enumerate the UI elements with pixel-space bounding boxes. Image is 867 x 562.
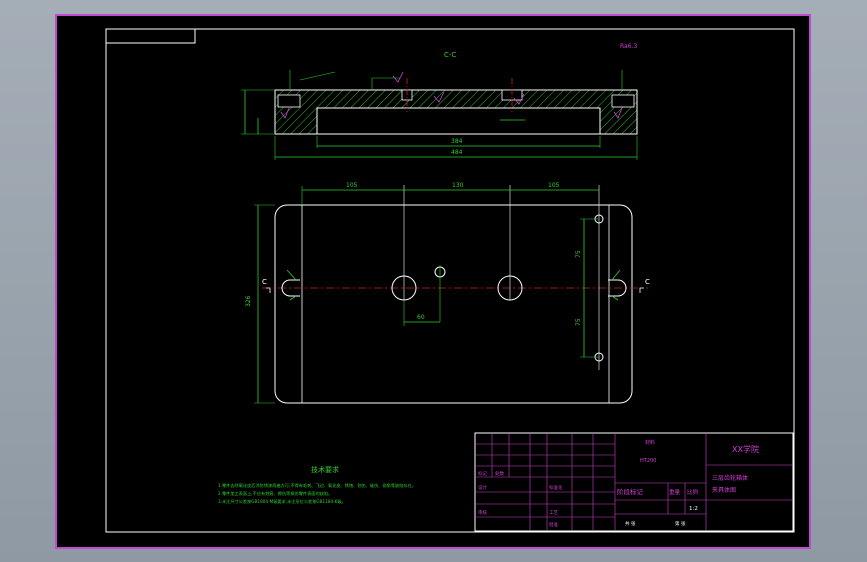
dim-right-spacing: 105: [548, 182, 560, 189]
scale-value: 1:2: [689, 506, 698, 512]
dim-hole-offset: 60: [417, 314, 425, 321]
standard-label: 标准化: [549, 484, 563, 491]
section-recess: [316, 107, 601, 135]
roughness-symbol: [392, 71, 404, 83]
process-label: 工艺: [549, 510, 558, 516]
scale-label: 比例: [687, 488, 699, 496]
tech-title: 技术要求: [311, 465, 339, 474]
drawing-title-line1: 三层齿轮箱体: [712, 474, 748, 482]
section-marker-right: C: [645, 278, 650, 286]
tech-line-1: 1.零件去除氧化皮后涂防锈漆两遍方可,不得有毛刺、飞边、氧化皮、锈蚀、划伤、碰伤…: [218, 482, 416, 489]
dim-left-spacing: 105: [346, 182, 358, 189]
section-marker-left: C: [262, 278, 267, 286]
sheet-index-label: 第 张: [675, 520, 686, 527]
plate-outline: [274, 204, 633, 404]
inner-width-label: 384: [451, 138, 463, 145]
stage-label: 阶段标记: [617, 487, 644, 496]
dim-upper-vertical: 75: [575, 250, 582, 258]
tech-requirements: 技术要求 1.零件去除氧化皮后涂防锈漆两遍方可,不得有毛刺、飞边、氧化皮、锈蚀、…: [218, 465, 416, 505]
title-block: 标记 处数 设计 标准化 审核 工艺 批准 材料 HT200 阶段标记 重量 比…: [474, 432, 794, 532]
dim-lower-vertical: 75: [575, 318, 582, 326]
dim-middle-spacing: 130: [452, 182, 464, 189]
count-label: 处数: [495, 470, 504, 477]
code-box: [105, 28, 196, 44]
dim-plan-height: 326: [245, 295, 252, 307]
sheet-count-label: 共 张: [625, 520, 636, 527]
weight-label: 重量: [669, 488, 681, 496]
plan-view: 105 130 105 326 75 75 60 C C: [245, 182, 650, 404]
right-pocket: [611, 94, 635, 108]
left-pocket: [277, 94, 301, 108]
design-label: 设计: [478, 484, 487, 491]
section-label: C-C: [444, 51, 456, 59]
tech-line-2: 2.零件加工表面上,不应有划痕、擦伤等损伤零件表面的缺陷。: [218, 490, 332, 497]
material-value: HT200: [640, 458, 656, 464]
mark-label: 标记: [478, 470, 487, 477]
outer-width-label: 484: [451, 149, 463, 156]
section-view: C-C Ra6.3 384 484: [241, 43, 638, 160]
approve-label: 批准: [549, 521, 558, 528]
material-label: 材料: [645, 439, 655, 446]
drawing-title-line2: 夹具体图: [712, 486, 736, 494]
tech-line-3: 3.未注尺寸公差按GB1804-M级要求,未注形位公差按GB1184-K级。: [218, 498, 346, 505]
roughness-note: Ra6.3: [620, 43, 637, 50]
cad-drawing: C-C Ra6.3 384 484 105 130 105 326 75 75 …: [105, 28, 795, 533]
school-name: XX学院: [732, 444, 759, 454]
check-label: 审核: [478, 509, 487, 516]
